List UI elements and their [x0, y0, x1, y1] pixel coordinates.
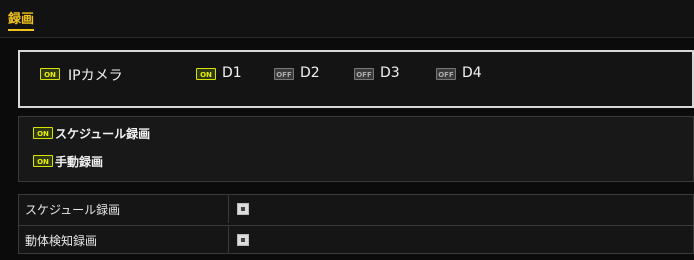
camera-panel: ON IPカメラ ON D1 OFF D2 OFF D3 OFF D4 [18, 50, 694, 108]
table-row: 動体検知録画 [19, 225, 694, 254]
channel-d4-label: D4 [462, 65, 482, 81]
manual-recording-label: 手動録画 [55, 155, 104, 169]
motion-detection-row-label: 動体検知録画 [25, 234, 98, 248]
channel-d1-toggle[interactable]: ON [196, 68, 216, 80]
schedule-recording-row-label: スケジュール録画 [25, 203, 121, 217]
schedule-recording-label: スケジュール録画 [55, 127, 151, 141]
table-row: スケジュール録画 [19, 195, 694, 223]
channel-d3-label: D3 [380, 65, 400, 81]
recording-settings-table: スケジュール録画 動体検知録画 [18, 194, 694, 254]
channel-d2-label: D2 [300, 65, 320, 81]
channel-d4-toggle[interactable]: OFF [436, 68, 456, 80]
channel-d2-toggle[interactable]: OFF [274, 68, 294, 80]
ip-camera-toggle[interactable]: ON [40, 68, 60, 80]
channel-d1-label: D1 [222, 65, 242, 81]
schedule-recording-toggle[interactable]: ON [33, 127, 53, 139]
motion-detection-settings-button[interactable] [237, 234, 249, 246]
recording-mode-panel: ON スケジュール録画 ON 手動録画 [18, 116, 694, 182]
top-bar: 録画 [0, 0, 694, 38]
ip-camera-label: IPカメラ [68, 68, 123, 84]
manual-recording-toggle[interactable]: ON [33, 155, 53, 167]
channel-d3-toggle[interactable]: OFF [354, 68, 374, 80]
schedule-recording-settings-button[interactable] [237, 203, 249, 215]
tab-recording[interactable]: 録画 [8, 8, 35, 31]
